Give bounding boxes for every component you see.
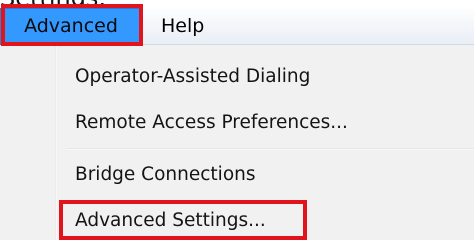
- menu-item-remote-access-preferences[interactable]: Remote Access Preferences...: [75, 111, 348, 135]
- menu-bar: Advanced Help: [0, 8, 474, 45]
- menu-item-bridge-connections[interactable]: Bridge Connections: [75, 163, 256, 187]
- advanced-dropdown-menu: Operator-Assisted Dialing Remote Access …: [0, 45, 474, 240]
- menu-item-advanced-settings[interactable]: Advanced Settings...: [75, 209, 266, 233]
- menu-item-operator-assisted-dialing[interactable]: Operator-Assisted Dialing: [75, 65, 310, 89]
- menu-advanced[interactable]: Advanced: [0, 8, 142, 45]
- menu-icon-gutter: [55, 45, 57, 240]
- menu-separator: [66, 148, 474, 150]
- menu-help[interactable]: Help: [161, 8, 204, 45]
